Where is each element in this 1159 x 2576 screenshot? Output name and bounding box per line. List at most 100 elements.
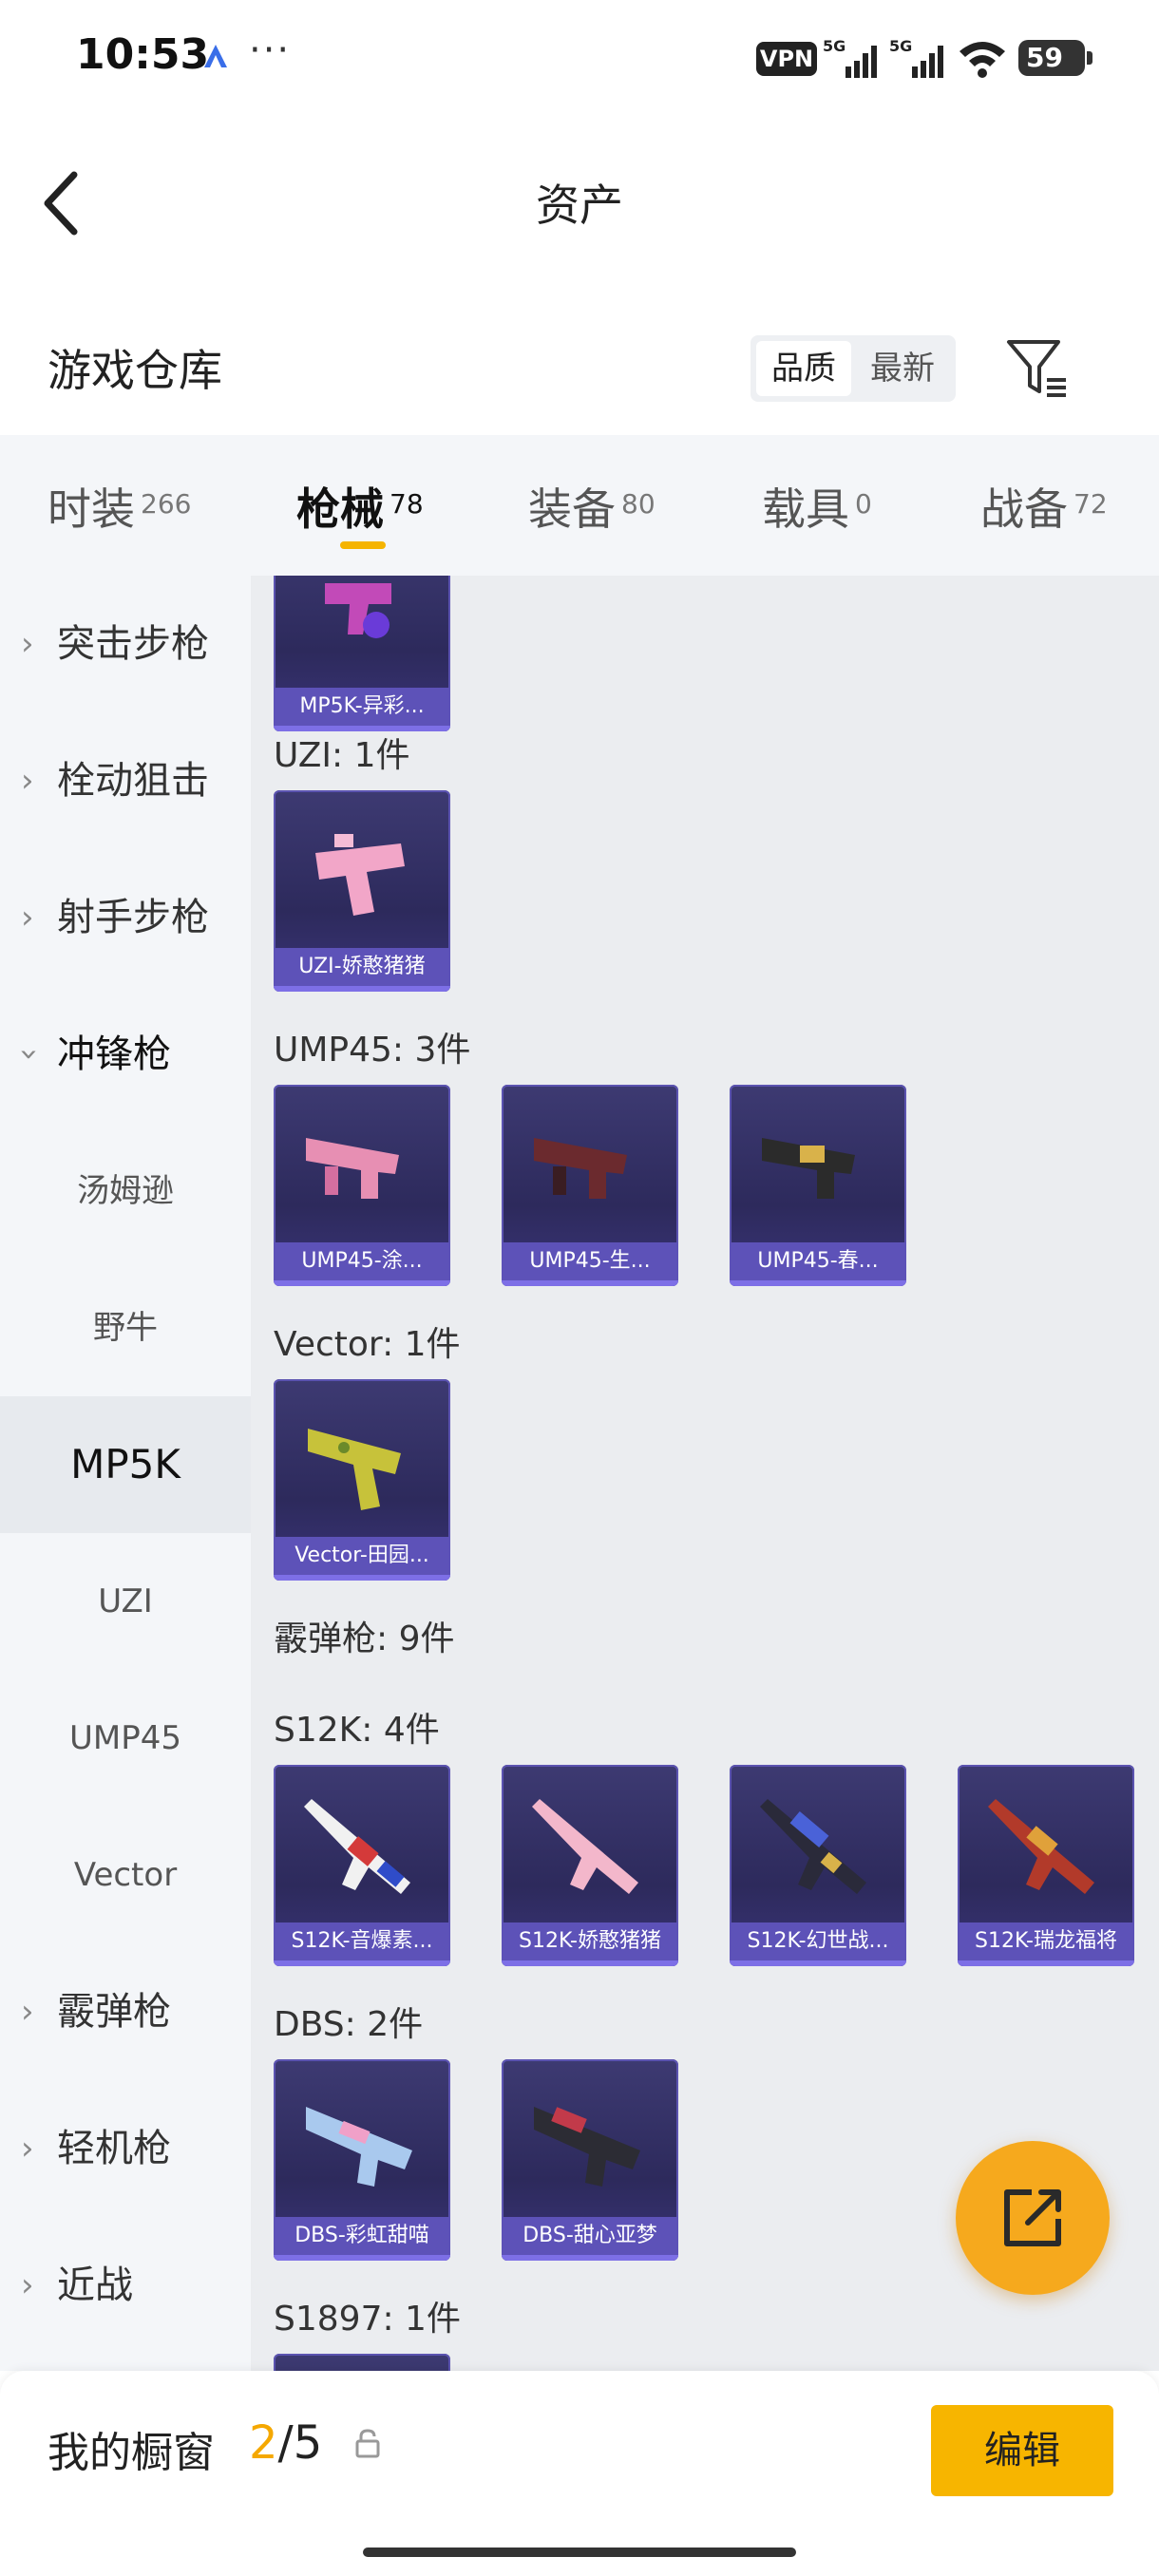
sort-toggle: 品质 最新 [750,335,956,402]
weapon-skin-image [762,1138,855,1199]
share-button[interactable] [956,2141,1110,2295]
skin-name: DBS-甜心亚梦 [502,2217,678,2255]
more-notifications-icon: ··· [249,28,292,72]
sidebar-item-label: 轻机枪 [57,2127,171,2170]
edit-button[interactable]: 编辑 [931,2405,1113,2496]
weapon-skin-image [534,1138,627,1199]
skin-name: Vector-田园... [274,1537,450,1575]
tab-vehicles[interactable]: 载具 0 [762,475,872,536]
home-indicator [363,2548,796,2557]
skin-card[interactable] [274,2354,450,2371]
group-title: UZI: 1件 [274,736,410,775]
vpn-badge: VPN [756,42,817,76]
skin-card[interactable]: Vector-田园... [274,1379,450,1581]
skin-name: S12K-娇憨猪猪 [502,1923,678,1960]
status-bar: 10:53 ··· VPN 5G 5G 59 [0,0,1159,114]
sidebar-subitem-bizon[interactable]: 野牛 [0,1260,251,1396]
filter-icon[interactable] [1005,336,1070,401]
skin-name: S12K-音爆素... [274,1923,450,1960]
skin-card[interactable]: S12K-幻世战... [730,1765,906,1966]
sort-quality-button[interactable]: 品质 [756,341,851,396]
group-title: S1897: 1件 [274,2300,461,2339]
skin-card[interactable]: UMP45-涂... [274,1085,450,1286]
sidebar-item-melee[interactable]: › 近战 [0,2217,251,2354]
skin-card[interactable]: S12K-娇憨猪猪 [502,1765,678,1966]
tab-count: 78 [390,488,424,520]
tab-count: 80 [621,488,656,520]
weapon-skin-image [306,2107,412,2187]
sidebar-item-label: 栓动狙击 [57,759,209,803]
tab-label: 装备 [528,483,616,535]
wifi-icon [960,42,1005,78]
skin-card[interactable]: S12K-音爆素... [274,1765,450,1966]
sidebar-subitem-uzi[interactable]: UZI [0,1533,251,1670]
battery-indicator: 59 [1018,40,1092,76]
skin-name: S12K-幻世战... [730,1923,906,1960]
tab-label: 枪械 [296,483,384,535]
chevron-right-icon: › [21,762,34,800]
showcase-bar: 我的橱窗 2/5 编辑 [0,2371,1159,2576]
tab-count: 266 [141,488,192,520]
skin-card[interactable]: S12K-瑞龙福将 [958,1765,1134,1966]
sidebar-item-assault-rifle[interactable]: › 突击步枪 [0,576,251,712]
sidebar-item-marksman-rifle[interactable]: › 射手步枪 [0,849,251,986]
showcase-count: 2/5 [249,2416,322,2470]
skin-card[interactable]: UMP45-生... [502,1085,678,1286]
skin-card[interactable]: UMP45-春... [730,1085,906,1286]
skin-card[interactable]: DBS-甜心亚梦 [502,2059,678,2261]
tab-label: 战备 [980,483,1068,535]
status-time: 10:53 [76,30,210,79]
sidebar-item-shotgun[interactable]: › 霰弹枪 [0,1943,251,2080]
weapon-skin-image [306,1138,399,1199]
sidebar-item-label: 射手步枪 [57,896,209,939]
sidebar-item-label: 霰弹枪 [57,1990,171,2034]
skin-card[interactable]: MP5K-异彩... [274,576,450,731]
external-link-icon [1004,2189,1061,2246]
tab-count: 0 [855,488,872,520]
signal-icon-1: 5G [823,38,877,78]
skin-name: UMP45-生... [502,1242,678,1280]
lock-icon [355,2429,380,2458]
tab-firearms[interactable]: 枪械 78 [296,475,424,536]
showcase-total: 5 [293,2416,323,2470]
active-tab-indicator [340,541,386,549]
sort-newest-button[interactable]: 最新 [855,341,950,396]
weapon-skin-image [760,1799,866,1894]
skin-card[interactable]: UZI-娇憨猪猪 [274,790,450,992]
sidebar-item-smg[interactable]: › 冲锋枪 [0,986,251,1123]
sidebar-subitem-vector[interactable]: Vector [0,1807,251,1943]
weapon-skin-list: MP5K-异彩... UZI: 1件 UZI-娇憨猪猪 UMP45: 3件 UM… [251,576,1159,2371]
network-label-1: 5G [823,38,846,55]
page-title: 资产 [536,180,623,231]
sidebar-item-lmg[interactable]: › 轻机枪 [0,2080,251,2217]
sidebar-subitem-thompson[interactable]: 汤姆逊 [0,1123,251,1260]
showcase-separator: / [277,2416,294,2470]
tab-fashion[interactable]: 时装 266 [48,475,191,536]
chevron-right-icon: › [21,625,34,663]
weapon-skin-image [315,834,405,916]
signal-icon-2: 5G [889,38,943,78]
weapon-category-sidebar: › 突击步枪 › 栓动狙击 › 射手步枪 › 冲锋枪 汤姆逊 野牛 MP5K U… [0,576,251,2371]
group-title: DBS: 2件 [274,2005,424,2044]
weapon-skin-image [308,1429,401,1510]
group-title: 霰弹枪: 9件 [274,1619,455,1658]
skin-name: DBS-彩虹甜喵 [274,2217,450,2255]
network-label-2: 5G [889,38,912,55]
tab-equipment[interactable]: 装备 80 [528,475,656,536]
weapon-skin-image [325,583,391,638]
chevron-right-icon: › [21,1993,34,2031]
app-notification-icon [204,45,227,67]
tab-tactical[interactable]: 战备 72 [980,475,1108,536]
sidebar-item-label: 冲锋枪 [57,1032,171,1076]
sidebar-item-bolt-sniper[interactable]: › 栓动狙击 [0,712,251,849]
tab-label: 时装 [48,483,135,535]
section-title: 游戏仓库 [48,345,222,396]
showcase-label: 我的橱窗 [48,2429,215,2477]
sidebar-subitem-mp5k[interactable]: MP5K [0,1396,251,1533]
group-title: S12K: 4件 [274,1711,440,1750]
chevron-right-icon: › [21,2130,34,2168]
category-tabs: 时装 266 枪械 78 装备 80 载具 0 战备 72 [0,435,1159,576]
sidebar-subitem-ump45[interactable]: UMP45 [0,1670,251,1807]
skin-card[interactable]: DBS-彩虹甜喵 [274,2059,450,2261]
skin-name: UMP45-涂... [274,1242,450,1280]
